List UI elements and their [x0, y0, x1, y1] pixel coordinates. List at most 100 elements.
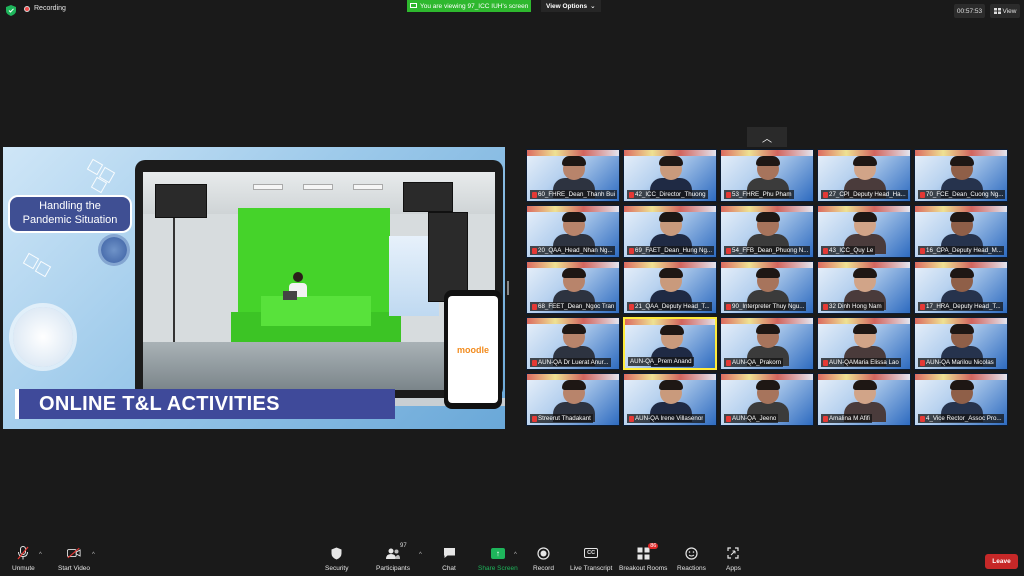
participants-button[interactable]: 97 Participants [376, 543, 410, 572]
view-options-label: View Options [546, 2, 588, 10]
participant-hair [950, 268, 974, 278]
shared-screen[interactable]: Handling the Pandemic Situation moodle O… [3, 147, 505, 429]
participant-tile[interactable]: 90_Interpreter Thuy Ngu... [720, 261, 814, 314]
participant-name-tag: Streerut Thadakant [530, 414, 593, 423]
share-screen-icon [410, 3, 417, 8]
participant-name-tag: AUN-QA Dr Luerat Anur... [530, 358, 611, 367]
participant-tile[interactable]: AUN-QA Marilou Nicolas [914, 317, 1008, 370]
participant-name-tag: 43_ICC_Quy Le [821, 246, 876, 255]
breakout-rooms-button[interactable]: 86 Breakout Rooms [619, 543, 668, 572]
participant-tile[interactable]: AUN-QA_Prem Anand [623, 317, 717, 370]
leave-button[interactable]: Leave [985, 554, 1018, 569]
participant-tile[interactable]: 32 Dinh Hong Nam [817, 261, 911, 314]
mic-muted-icon [823, 359, 828, 366]
participant-hair [562, 268, 586, 278]
participant-name-tag: AUN-QA Marilou Nicolas [918, 358, 996, 367]
participant-tile[interactable]: 53_FHRE_Phu Pham [720, 149, 814, 202]
moodle-logo: moodle [448, 296, 498, 403]
start-video-button[interactable]: Start Video [58, 546, 90, 572]
viewing-banner: You are viewing 97_ICC IUH's screen [407, 0, 531, 12]
participant-hair [853, 324, 877, 334]
view-button[interactable]: View [990, 4, 1020, 18]
participant-tile[interactable]: 17_HRA_Deputy Head_T... [914, 261, 1008, 314]
participant-tile[interactable]: AUN-QA_Jeeno [720, 373, 814, 426]
ceiling-light [253, 184, 283, 190]
shield-icon [331, 547, 342, 559]
mic-muted-icon [920, 247, 925, 254]
recording-label: Recording [34, 5, 66, 12]
participant-tile[interactable]: AUN-QA_Prakorn [720, 317, 814, 370]
collapse-gallery-button[interactable]: ︿ [747, 127, 787, 147]
participant-name-tag: AUN-QA_Prem Anand [628, 357, 694, 366]
participant-name-tag: 4_Vice Rector_Assoc Pro... [918, 414, 1004, 423]
participant-tile[interactable]: 54_FFB_Dean_Phuong N... [720, 205, 814, 258]
participant-tile[interactable]: Streerut Thadakant [526, 373, 620, 426]
participant-hair [950, 380, 974, 390]
mic-muted-icon [726, 247, 731, 254]
chevron-up-icon[interactable]: ^ [39, 552, 42, 558]
participant-hair [659, 380, 683, 390]
participant-hair [660, 325, 684, 335]
participant-name: AUN-QA Irene Villasenor [635, 415, 704, 422]
chat-icon [443, 548, 455, 558]
mic-muted-icon [532, 303, 537, 310]
participant-tile[interactable]: AUN-QA Irene Villasenor [623, 373, 717, 426]
mic-muted-icon [920, 415, 925, 422]
participant-hair [853, 156, 877, 166]
participant-tile[interactable]: Amalina M Afifi [817, 373, 911, 426]
participant-tile[interactable]: 20_QAA_Head_Nhan Ng... [526, 205, 620, 258]
participant-tile[interactable]: 69_FAET_Dean_Hung Ng... [623, 205, 717, 258]
participant-tile[interactable]: 60_FHRE_Dean_Thanh Bui [526, 149, 620, 202]
participant-hair [950, 324, 974, 334]
participant-tile[interactable]: 4_Vice Rector_Assoc Pro... [914, 373, 1008, 426]
breakout-rooms-label: Breakout Rooms [619, 565, 668, 572]
virus-illustration [101, 237, 127, 263]
shield-icon[interactable] [6, 5, 16, 16]
apps-icon [727, 547, 740, 559]
breakout-rooms-icon [637, 547, 650, 559]
participant-name: 42_ICC_Director_Thuong [635, 191, 706, 198]
mic-muted-icon [629, 191, 634, 198]
participant-hair [756, 268, 780, 278]
live-transcript-button[interactable]: CC Live Transcript [570, 546, 612, 572]
chevron-up-icon[interactable]: ^ [419, 552, 422, 558]
participant-name-tag: 27_CPI_Deputy Head_Ha... [821, 190, 908, 199]
recording-indicator[interactable]: Recording [24, 5, 66, 12]
studio-light-right [428, 212, 468, 302]
participant-tile[interactable]: AUN-QA Dr Luerat Anur... [526, 317, 620, 370]
participant-name: AUN-QA_Prem Anand [630, 358, 692, 365]
participant-tile[interactable]: 68_FEET_Dean_Ngoc Tran [526, 261, 620, 314]
participant-name: AUN-QA Dr Luerat Anur... [538, 359, 609, 366]
participant-tile[interactable]: AUN-QAMaria Elissa Lao [817, 317, 911, 370]
mic-muted-icon [629, 415, 634, 422]
participant-hair [756, 380, 780, 390]
view-options-button[interactable]: View Options ⌄ [541, 0, 601, 12]
security-button[interactable]: Security [325, 546, 348, 572]
share-screen-button[interactable]: ↑ Share Screen [478, 546, 518, 572]
participant-hair [950, 212, 974, 222]
participant-hair [659, 212, 683, 222]
participant-tile[interactable]: 21_QAA_Deputy Head_T... [623, 261, 717, 314]
video-off-icon [67, 547, 81, 559]
record-button[interactable]: Record [533, 546, 554, 572]
apps-button[interactable]: Apps [726, 546, 741, 572]
reactions-button[interactable]: Reactions [677, 546, 706, 572]
chat-button[interactable]: Chat [442, 546, 456, 572]
participant-tile[interactable]: 16_CPA_Deputy Head_M... [914, 205, 1008, 258]
unmute-button[interactable]: Unmute [12, 546, 35, 572]
chevron-up-icon[interactable]: ^ [92, 552, 95, 558]
participant-name: Amalina M Afifi [829, 415, 870, 422]
participant-tile[interactable]: 70_FCE_Dean_Cuong Ng... [914, 149, 1008, 202]
chevron-up-icon[interactable]: ^ [514, 552, 517, 558]
viewing-label: You are viewing 97_ICC IUH's screen [420, 2, 529, 10]
participant-tile[interactable]: 42_ICC_Director_Thuong [623, 149, 717, 202]
mic-muted-icon [823, 303, 828, 310]
participant-name: 53_FHRE_Phu Pham [732, 191, 792, 198]
participant-name: 21_QAA_Deputy Head_T... [635, 303, 710, 310]
split-divider-handle[interactable] [507, 281, 509, 295]
participant-tile[interactable]: 27_CPI_Deputy Head_Ha... [817, 149, 911, 202]
participant-name-tag: 21_QAA_Deputy Head_T... [627, 302, 712, 311]
studio-light-right [403, 182, 453, 212]
participant-name-tag: 53_FHRE_Phu Pham [724, 190, 794, 199]
participant-tile[interactable]: 43_ICC_Quy Le [817, 205, 911, 258]
